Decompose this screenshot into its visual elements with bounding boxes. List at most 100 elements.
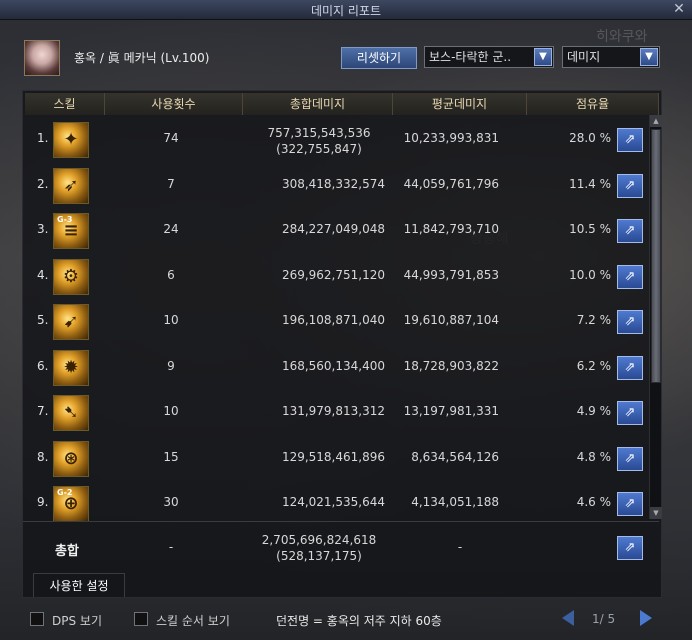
skill-glyph-icon: ➷: [63, 402, 79, 423]
row-uses: 15: [163, 449, 179, 464]
skill-order-checkbox[interactable]: [134, 612, 148, 626]
row-uses: 74: [163, 131, 179, 145]
export-icon[interactable]: ⇗: [617, 219, 643, 243]
row-share: 10.5 %: [569, 222, 611, 236]
row-rank: 2.: [37, 176, 49, 191]
export-icon[interactable]: ⇗: [617, 173, 643, 198]
row-uses: 7: [167, 176, 175, 191]
row-share: 6.2 %: [576, 358, 611, 373]
row-uses: 10: [163, 313, 179, 327]
export-icon[interactable]: ⇗: [617, 401, 643, 425]
row-total: 131,979,813,312: [281, 404, 385, 418]
table-header: 스킬 사용횟수 총합데미지 평균데미지 점유율: [25, 93, 659, 115]
export-icon[interactable]: ⇗: [617, 355, 643, 380]
row-rank: 7.: [37, 404, 49, 418]
table-row: 9. G-2 ⊕ 30 124,021,535,644 4,134,051,188 4.6 …: [23, 481, 647, 525]
row-avg: 44,059,761,796: [403, 176, 499, 191]
page-prev-icon[interactable]: [562, 610, 574, 626]
row-avg: 8,634,564,126: [411, 449, 499, 464]
row-rank: 5.: [37, 313, 49, 327]
row-total: 308,418,332,574: [281, 176, 385, 191]
row-total-value: 757,315,543,536: [267, 126, 371, 140]
table-row: 3. G-3 ≡ 24 284,227,049,048 11,842,793,710 10.…: [23, 208, 647, 252]
row-share: 4.6 %: [576, 495, 611, 509]
character-name: 홍옥 / 眞 메카닉 (Lv.100): [74, 51, 210, 65]
scroll-down-icon[interactable]: ▼: [650, 507, 662, 519]
chevron-down-icon[interactable]: ▼: [534, 48, 552, 66]
column-header-total-damage[interactable]: 총합데미지: [243, 93, 393, 115]
skill-icon: ✦: [53, 122, 89, 158]
export-icon[interactable]: ⇗: [617, 128, 643, 152]
row-avg: 44,993,791,853: [403, 267, 499, 282]
row-rank: 8.: [37, 449, 49, 464]
row-total-sub: (322,755,847): [276, 142, 362, 156]
type-select[interactable]: 데미지 ▼: [562, 46, 660, 68]
table-row: 4. ⚙ 6 269,962,751,120 44,993,791,853 10.0 % ⇗: [23, 254, 647, 298]
mode-select[interactable]: 보스-타락한 군.. ▼: [424, 46, 554, 68]
summary-uses: -: [168, 540, 174, 554]
scroll-up-icon[interactable]: ▲: [650, 115, 662, 127]
row-avg: 10,233,993,831: [403, 131, 499, 145]
summary-row: 총합 - 2,705,696,824,618 (528,137,175) - ⇗: [23, 521, 659, 569]
row-avg: 13,197,981,331: [403, 404, 499, 418]
table-row: 8. ⊛ 15 129,518,461,896 8,634,564,126 4.8 % ⇗: [23, 436, 647, 480]
row-share: 10.0 %: [569, 267, 611, 282]
row-share: 7.2 %: [576, 313, 611, 327]
footer-bar: DPS 보기 스킬 순서 보기 던전명 = 홍옥의 저주 지하 60층 1/ 5: [0, 608, 692, 640]
skill-glyph-icon: ➹: [63, 311, 79, 332]
row-total: 196,108,871,040: [281, 313, 385, 327]
close-icon[interactable]: ✕: [670, 0, 688, 18]
export-icon[interactable]: ⇗: [617, 310, 643, 334]
table-row: 7. ➷ 10 131,979,813,312 13,197,981,331 4.9 % ⇗: [23, 390, 647, 434]
table-scrollbar[interactable]: ▲ ▼: [649, 115, 662, 519]
skill-icon: G-3 ≡: [53, 213, 89, 249]
row-total: 129,518,461,896: [281, 449, 385, 464]
table-row: 6. ✹ 9 168,560,134,400 18,728,903,822 6.2 % ⇗: [23, 345, 647, 389]
row-avg: 4,134,051,188: [411, 495, 499, 509]
row-total: 284,227,049,048: [281, 222, 385, 236]
dps-view-checkbox[interactable]: [30, 612, 44, 626]
skill-icon: G-2 ⊕: [53, 486, 89, 522]
page-next-icon[interactable]: [640, 610, 652, 626]
row-share: 28.0 %: [569, 131, 611, 145]
export-icon[interactable]: ⇗: [617, 446, 643, 471]
export-icon[interactable]: ⇗: [617, 264, 643, 289]
table-row: 5. ➹ 10 196,108,871,040 19,610,887,104 7.2 % ⇗: [23, 299, 647, 343]
row-share: 11.4 %: [569, 176, 611, 191]
row-avg: 18,728,903,822: [403, 358, 499, 373]
reset-button[interactable]: 리셋하기: [341, 47, 417, 69]
skill-icon: ➹: [53, 304, 89, 340]
skill-glyph-icon: ⊛: [63, 447, 79, 469]
scrollbar-thumb[interactable]: [651, 129, 661, 383]
used-settings-tab[interactable]: 사용한 설정: [33, 573, 125, 597]
summary-total-value: 2,705,696,824,618: [261, 533, 377, 547]
dungeon-name: 던전명 = 홍옥의 저주 지하 60층: [276, 614, 442, 628]
damage-report-panel: 스킬 사용횟수 총합데미지 평균데미지 점유율 1. ✦ 74 757,315,543…: [22, 90, 662, 598]
window-titlebar[interactable]: 데미지 리포트 ✕: [0, 0, 692, 20]
row-total: 124,021,535,644: [281, 495, 385, 509]
skill-glyph-icon: ⚙: [62, 265, 80, 287]
skill-glyph-icon: ⊕: [63, 493, 79, 514]
row-uses: 24: [163, 222, 179, 236]
export-icon[interactable]: ⇗: [617, 536, 643, 560]
summary-label: 총합: [55, 544, 79, 559]
row-rank: 1.: [37, 131, 49, 145]
column-header-skill[interactable]: 스킬: [25, 93, 105, 115]
table-row: 2. ➶ 7 308,418,332,574 44,059,761,796 11.4 % ⇗: [23, 163, 647, 207]
character-portrait: [24, 40, 60, 76]
skill-glyph-icon: ✹: [63, 356, 79, 378]
export-icon[interactable]: ⇗: [617, 492, 643, 516]
chevron-down-icon[interactable]: ▼: [640, 48, 658, 66]
skill-icon: ➶: [53, 167, 89, 204]
column-header-uses[interactable]: 사용횟수: [105, 93, 243, 115]
column-header-share[interactable]: 점유율: [527, 93, 659, 115]
dps-view-label: DPS 보기: [52, 614, 102, 628]
column-header-avg-damage[interactable]: 평균데미지: [393, 93, 527, 115]
row-uses: 9: [167, 358, 175, 373]
skill-glyph-icon: ✦: [63, 129, 79, 150]
row-avg: 19,610,887,104: [403, 313, 499, 327]
row-share: 4.8 %: [576, 449, 611, 464]
skill-icon: ⊛: [53, 440, 89, 477]
row-total: 168,560,134,400: [281, 358, 385, 373]
skill-glyph-icon: ➶: [63, 174, 79, 196]
